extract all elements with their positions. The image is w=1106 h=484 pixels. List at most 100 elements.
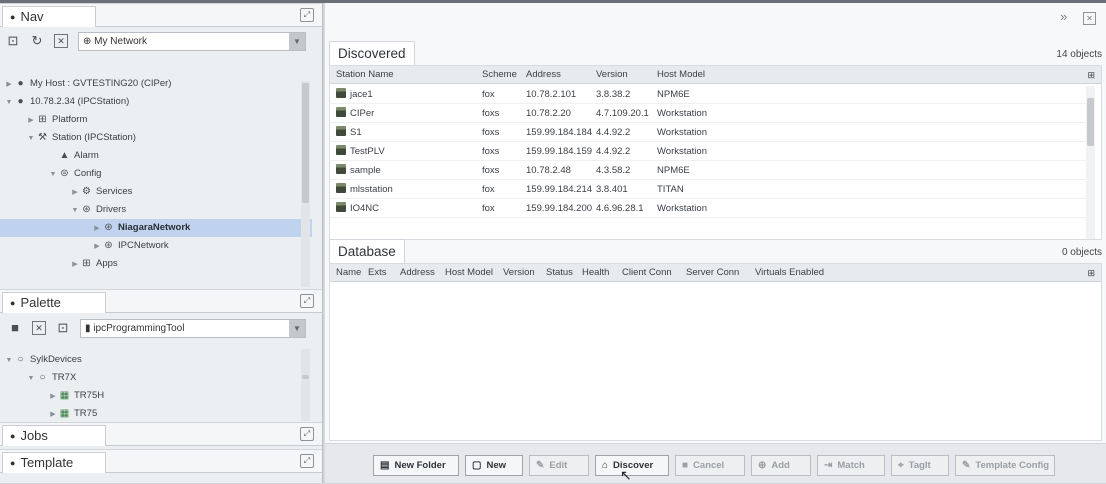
col-version[interactable]: Version <box>596 66 628 84</box>
tree-item-niagara-network[interactable]: ▶ ⊛ NiagaraNetwork <box>0 219 312 237</box>
nav-tab[interactable]: ● Nav <box>2 6 96 27</box>
maximize-icon[interactable]: ⤢ <box>300 8 314 22</box>
palette-tab[interactable]: ● Palette <box>2 292 106 313</box>
discovered-table: Station Name Scheme Address Version Host… <box>329 65 1102 240</box>
col-health[interactable]: Health <box>582 264 609 282</box>
tree-item-my-host[interactable]: ▶ ● My Host : GVTESTING20 (CIPer) <box>0 75 312 93</box>
palette-item-tr7x[interactable]: ▼ ○ TR7X <box>0 369 312 387</box>
tree-item-config[interactable]: ▼ ⊜ Config <box>0 165 312 183</box>
address: 159.99.184.214 <box>526 184 593 195</box>
close-icon[interactable]: ✕ <box>54 34 68 48</box>
tree-item-station[interactable]: ▼ ⚒ Station (IPCStation) <box>0 129 312 147</box>
col-name[interactable]: Name <box>336 264 361 282</box>
nav-scroll-thumb[interactable] <box>302 83 309 203</box>
folder-icon[interactable]: ■ <box>8 321 22 335</box>
version: 4.4.92.2 <box>596 127 631 138</box>
template-tab[interactable]: ● Template <box>2 452 106 473</box>
palette-scroll-thumb[interactable] <box>302 375 309 379</box>
expand-icon[interactable]: ▶ <box>70 256 80 274</box>
table-row[interactable]: sample foxs 10.78.2.48 4.3.58.2 NPM6E <box>330 161 1092 180</box>
alarm-icon: ▲ <box>59 150 70 161</box>
col-scheme[interactable]: Scheme <box>482 66 517 84</box>
chevron-down-icon[interactable]: ▼ <box>289 320 305 337</box>
add-button[interactable]: ⊕ Add <box>751 455 811 476</box>
nav-scrollbar[interactable] <box>301 81 310 287</box>
palette-scrollbar[interactable] <box>301 349 310 421</box>
collapse-icon[interactable]: ▼ <box>70 202 80 220</box>
mouse-cursor-icon: ↖ <box>620 467 632 483</box>
expand-icon[interactable]: ▶ <box>70 184 80 202</box>
expand-icon[interactable]: ▶ <box>92 220 102 238</box>
tagit-button[interactable]: ⌖ TagIt <box>891 455 949 476</box>
palette-tree: ▼ ○ SylkDevices ▼ ○ TR7X ▶ ▦ TR75H ▶ ▦ TR75 <box>0 347 312 423</box>
tree-item-ipc-host[interactable]: ▼ ● 10.78.2.34 (IPCStation) <box>0 93 312 111</box>
edit-button[interactable]: ✎ Edit <box>529 455 589 476</box>
double-chevron-right-icon[interactable]: » <box>1060 9 1067 24</box>
new-folder-button[interactable]: ▤ New Folder <box>373 455 459 476</box>
palette-item-tr75h[interactable]: ▶ ▦ TR75H <box>0 387 312 405</box>
maximize-icon[interactable]: ⤢ <box>300 294 314 308</box>
tree-item-ipc-network[interactable]: ▶ ⊛ IPCNetwork <box>0 237 312 255</box>
bullet-icon: ● <box>10 458 16 468</box>
nav-title: Nav <box>20 9 44 24</box>
discovered-scroll-thumb[interactable] <box>1087 98 1094 146</box>
discover-button[interactable]: ⌂ Discover <box>595 455 669 476</box>
tree-item-alarm[interactable]: ▲ Alarm <box>0 147 312 165</box>
database-table: Name Exts Address Host Model Version Sta… <box>329 263 1102 441</box>
table-row[interactable]: mlsstation fox 159.99.184.214 3.8.401 TI… <box>330 180 1092 199</box>
sync-icon[interactable]: ⊡ <box>6 34 20 48</box>
network-select[interactable]: ⊕ My Network ▼ <box>78 32 306 51</box>
discovered-scrollbar[interactable] <box>1086 86 1095 239</box>
palette-item-tr75[interactable]: ▶ ▦ TR75 <box>0 405 312 423</box>
table-row[interactable]: jace1 fox 10.78.2.101 3.8.38.2 NPM6E <box>330 85 1092 104</box>
maximize-icon[interactable]: ⤢ <box>300 454 314 468</box>
book-icon[interactable]: ⊡ <box>56 321 70 335</box>
collapse-icon[interactable]: ▼ <box>48 166 58 184</box>
collapse-icon[interactable]: ▼ <box>26 370 36 388</box>
col-station-name[interactable]: Station Name <box>336 66 394 84</box>
expand-icon[interactable]: ▶ <box>48 388 58 406</box>
match-button[interactable]: ⇥ Match <box>817 455 885 476</box>
palette-item-sylkdevices[interactable]: ▼ ○ SylkDevices <box>0 351 312 369</box>
maximize-icon[interactable]: ⤢ <box>300 427 314 441</box>
table-row[interactable]: TestPLV foxs 159.99.184.159 4.4.92.2 Wor… <box>330 142 1092 161</box>
table-row[interactable]: S1 foxs 159.99.184.184 4.4.92.2 Workstat… <box>330 123 1092 142</box>
tree-item-platform[interactable]: ▶ ⊞ Platform <box>0 111 312 129</box>
close-icon[interactable]: ✕ <box>32 321 46 335</box>
collapse-icon[interactable]: ▼ <box>4 352 14 370</box>
col-host-model[interactable]: Host Model <box>445 264 493 282</box>
col-virtuals-enabled[interactable]: Virtuals Enabled <box>755 264 824 282</box>
col-client-conn[interactable]: Client Conn <box>622 264 672 282</box>
collapse-icon[interactable]: ▼ <box>4 94 14 112</box>
template-config-button[interactable]: ✎ Template Config <box>955 455 1055 476</box>
tree-item-apps[interactable]: ▶ ⊞ Apps <box>0 255 312 273</box>
col-exts[interactable]: Exts <box>368 264 386 282</box>
scheme: foxs <box>482 146 500 157</box>
collapse-icon[interactable]: ▼ <box>26 130 36 148</box>
cancel-button[interactable]: ■ Cancel <box>675 455 745 476</box>
folder-icon: ▤ <box>380 460 390 471</box>
tree-item-drivers[interactable]: ▼ ⊛ Drivers <box>0 201 312 219</box>
module-select[interactable]: ▮ ipcProgrammingTool ▼ <box>80 319 306 338</box>
expand-icon[interactable]: ▶ <box>92 238 102 256</box>
jobs-tab[interactable]: ● Jobs <box>2 425 106 446</box>
table-row[interactable]: IO4NC fox 159.99.184.200 4.6.96.28.1 Wor… <box>330 199 1092 218</box>
col-version[interactable]: Version <box>503 264 535 282</box>
chevron-down-icon[interactable]: ▼ <box>289 33 305 50</box>
col-address[interactable]: Address <box>526 66 561 84</box>
column-menu-icon[interactable]: ⊞ <box>1087 264 1095 282</box>
col-status[interactable]: Status <box>546 264 573 282</box>
expand-icon[interactable]: ▶ <box>4 76 14 94</box>
refresh-icon[interactable]: ↻ <box>30 34 44 48</box>
tree-item-services[interactable]: ▶ ⚙ Services <box>0 183 312 201</box>
col-server-conn[interactable]: Server Conn <box>686 264 739 282</box>
col-address[interactable]: Address <box>400 264 435 282</box>
expand-icon[interactable]: ▶ <box>48 406 58 423</box>
host-model: NPM6E <box>657 89 690 100</box>
table-row[interactable]: CIPer foxs 10.78.2.20 4.7.109.20.1 Works… <box>330 104 1092 123</box>
expand-icon[interactable]: ▶ <box>26 112 36 130</box>
column-menu-icon[interactable]: ⊞ <box>1087 66 1095 84</box>
new-button[interactable]: ▢ New <box>465 455 523 476</box>
close-icon[interactable]: ✕ <box>1083 12 1096 25</box>
col-host-model[interactable]: Host Model <box>657 66 705 84</box>
